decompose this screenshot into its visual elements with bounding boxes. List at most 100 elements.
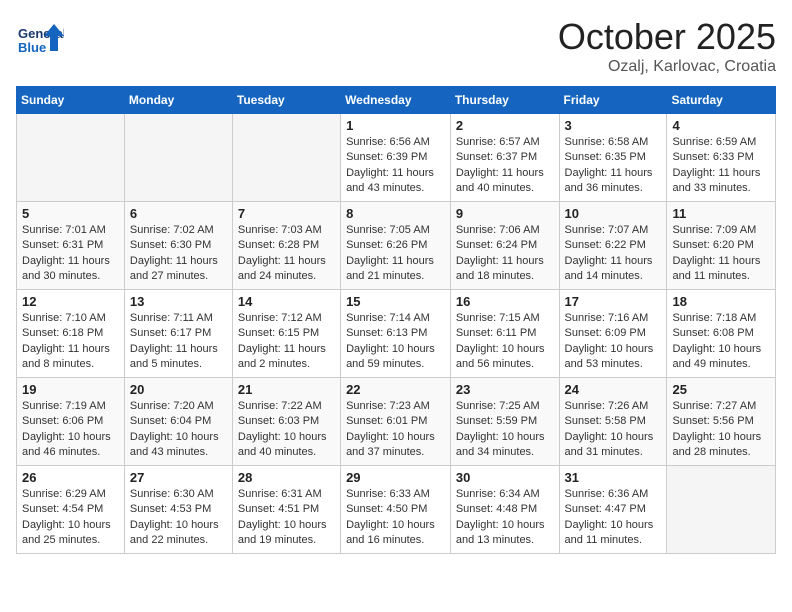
calendar-cell: 15 Sunrise: 7:14 AM Sunset: 6:13 PM Dayli… [341, 290, 451, 378]
calendar-cell: 19 Sunrise: 7:19 AM Sunset: 6:06 PM Dayli… [17, 378, 125, 466]
calendar-cell: 1 Sunrise: 6:56 AM Sunset: 6:39 PM Daylig… [341, 114, 451, 202]
day-info: Sunrise: 6:33 AM Sunset: 4:50 PM Dayligh… [346, 487, 445, 549]
day-info: Sunrise: 6:31 AM Sunset: 4:51 PM Dayligh… [238, 487, 335, 549]
day-number: 18 [672, 294, 770, 309]
location: Ozalj, Karlovac, Croatia [558, 58, 776, 76]
day-number: 11 [672, 206, 770, 221]
day-number: 8 [346, 206, 445, 221]
calendar-cell: 31Sunrise: 6:36 AM Sunset: 4:47 PM Dayli… [559, 466, 667, 554]
day-info: Sunrise: 7:12 AM Sunset: 6:15 PM Dayligh… [238, 311, 335, 373]
day-number: 24 [565, 382, 662, 397]
calendar-cell: 30 Sunrise: 6:34 AM Sunset: 4:48 PM Dayli… [450, 466, 559, 554]
day-info: Sunrise: 7:14 AM Sunset: 6:13 PM Dayligh… [346, 311, 445, 373]
calendar-cell: 16 Sunrise: 7:15 AM Sunset: 6:11 PM Dayli… [450, 290, 559, 378]
weekday-header-tuesday: Tuesday [232, 87, 340, 114]
calendar-cell: 6 Sunrise: 7:02 AM Sunset: 6:30 PM Daylig… [124, 202, 232, 290]
calendar-cell: 17 Sunrise: 7:16 AM Sunset: 6:09 PM Dayli… [559, 290, 667, 378]
week-row-2: 5 Sunrise: 7:01 AM Sunset: 6:31 PM Daylig… [17, 202, 776, 290]
day-info: Sunrise: 6:57 AM Sunset: 6:37 PM Dayligh… [456, 135, 554, 197]
day-info: Sunrise: 7:10 AM Sunset: 6:18 PM Dayligh… [22, 311, 119, 373]
day-info: Sunrise: 7:16 AM Sunset: 6:09 PM Dayligh… [565, 311, 662, 373]
day-number: 2 [456, 118, 554, 133]
weekday-header-wednesday: Wednesday [341, 87, 451, 114]
logo-icon: General Blue [16, 16, 64, 64]
day-number: 29 [346, 470, 445, 485]
calendar-cell: 11 Sunrise: 7:09 AM Sunset: 6:20 PM Dayli… [667, 202, 776, 290]
calendar-cell: 18 Sunrise: 7:18 AM Sunset: 6:08 PM Dayli… [667, 290, 776, 378]
day-info: Sunrise: 7:26 AM Sunset: 5:58 PM Dayligh… [565, 399, 662, 461]
day-info: Sunrise: 7:18 AM Sunset: 6:08 PM Dayligh… [672, 311, 770, 373]
day-number: 19 [22, 382, 119, 397]
week-row-1: 1 Sunrise: 6:56 AM Sunset: 6:39 PM Daylig… [17, 114, 776, 202]
day-number: 15 [346, 294, 445, 309]
calendar-cell: 25Sunrise: 7:27 AM Sunset: 5:56 PM Dayli… [667, 378, 776, 466]
calendar-cell: 28 Sunrise: 6:31 AM Sunset: 4:51 PM Dayli… [232, 466, 340, 554]
day-info: Sunrise: 7:03 AM Sunset: 6:28 PM Dayligh… [238, 223, 335, 285]
day-number: 5 [22, 206, 119, 221]
calendar-cell: 3Sunrise: 6:58 AM Sunset: 6:35 PM Daylig… [559, 114, 667, 202]
day-number: 16 [456, 294, 554, 309]
day-info: Sunrise: 7:19 AM Sunset: 6:06 PM Dayligh… [22, 399, 119, 461]
month-title: October 2025 [558, 16, 776, 58]
calendar-cell: 24 Sunrise: 7:26 AM Sunset: 5:58 PM Dayli… [559, 378, 667, 466]
day-info: Sunrise: 7:02 AM Sunset: 6:30 PM Dayligh… [130, 223, 227, 285]
day-number: 13 [130, 294, 227, 309]
day-number: 30 [456, 470, 554, 485]
calendar-cell: 20 Sunrise: 7:20 AM Sunset: 6:04 PM Dayli… [124, 378, 232, 466]
day-number: 21 [238, 382, 335, 397]
day-info: Sunrise: 6:29 AM Sunset: 4:54 PM Dayligh… [22, 487, 119, 549]
day-info: Sunrise: 6:59 AM Sunset: 6:33 PM Dayligh… [672, 135, 770, 197]
day-info: Sunrise: 7:20 AM Sunset: 6:04 PM Dayligh… [130, 399, 227, 461]
calendar-cell: 5 Sunrise: 7:01 AM Sunset: 6:31 PM Daylig… [17, 202, 125, 290]
day-number: 26 [22, 470, 119, 485]
weekday-header-row: SundayMondayTuesdayWednesdayThursdayFrid… [17, 87, 776, 114]
day-number: 23 [456, 382, 554, 397]
day-info: Sunrise: 6:30 AM Sunset: 4:53 PM Dayligh… [130, 487, 227, 549]
day-info: Sunrise: 6:34 AM Sunset: 4:48 PM Dayligh… [456, 487, 554, 549]
day-info: Sunrise: 7:11 AM Sunset: 6:17 PM Dayligh… [130, 311, 227, 373]
day-number: 28 [238, 470, 335, 485]
title-area: October 2025 Ozalj, Karlovac, Croatia [558, 16, 776, 76]
calendar-cell: 12 Sunrise: 7:10 AM Sunset: 6:18 PM Dayli… [17, 290, 125, 378]
week-row-4: 19 Sunrise: 7:19 AM Sunset: 6:06 PM Dayli… [17, 378, 776, 466]
calendar-cell: 2 Sunrise: 6:57 AM Sunset: 6:37 PM Daylig… [450, 114, 559, 202]
day-info: Sunrise: 7:06 AM Sunset: 6:24 PM Dayligh… [456, 223, 554, 285]
calendar-cell: 10Sunrise: 7:07 AM Sunset: 6:22 PM Dayli… [559, 202, 667, 290]
calendar-cell: 8 Sunrise: 7:05 AM Sunset: 6:26 PM Daylig… [341, 202, 451, 290]
day-number: 12 [22, 294, 119, 309]
day-info: Sunrise: 6:36 AM Sunset: 4:47 PM Dayligh… [565, 487, 662, 549]
weekday-header-monday: Monday [124, 87, 232, 114]
day-info: Sunrise: 7:01 AM Sunset: 6:31 PM Dayligh… [22, 223, 119, 285]
day-info: Sunrise: 7:15 AM Sunset: 6:11 PM Dayligh… [456, 311, 554, 373]
day-info: Sunrise: 7:05 AM Sunset: 6:26 PM Dayligh… [346, 223, 445, 285]
week-row-3: 12 Sunrise: 7:10 AM Sunset: 6:18 PM Dayli… [17, 290, 776, 378]
day-number: 14 [238, 294, 335, 309]
day-info: Sunrise: 7:25 AM Sunset: 5:59 PM Dayligh… [456, 399, 554, 461]
day-number: 9 [456, 206, 554, 221]
calendar-cell: 4Sunrise: 6:59 AM Sunset: 6:33 PM Daylig… [667, 114, 776, 202]
calendar-cell [124, 114, 232, 202]
day-number: 25 [672, 382, 770, 397]
day-number: 10 [565, 206, 662, 221]
day-info: Sunrise: 6:56 AM Sunset: 6:39 PM Dayligh… [346, 135, 445, 197]
calendar-cell: 13 Sunrise: 7:11 AM Sunset: 6:17 PM Dayli… [124, 290, 232, 378]
calendar-cell: 26 Sunrise: 6:29 AM Sunset: 4:54 PM Dayli… [17, 466, 125, 554]
logo: General Blue [16, 16, 68, 64]
day-number: 1 [346, 118, 445, 133]
calendar-cell: 21 Sunrise: 7:22 AM Sunset: 6:03 PM Dayli… [232, 378, 340, 466]
day-number: 20 [130, 382, 227, 397]
calendar-cell: 27Sunrise: 6:30 AM Sunset: 4:53 PM Dayli… [124, 466, 232, 554]
day-info: Sunrise: 7:09 AM Sunset: 6:20 PM Dayligh… [672, 223, 770, 285]
calendar-cell: 7 Sunrise: 7:03 AM Sunset: 6:28 PM Daylig… [232, 202, 340, 290]
day-number: 6 [130, 206, 227, 221]
calendar-cell [232, 114, 340, 202]
calendar-cell: 22Sunrise: 7:23 AM Sunset: 6:01 PM Dayli… [341, 378, 451, 466]
week-row-5: 26 Sunrise: 6:29 AM Sunset: 4:54 PM Dayli… [17, 466, 776, 554]
day-number: 17 [565, 294, 662, 309]
calendar-cell: 14 Sunrise: 7:12 AM Sunset: 6:15 PM Dayli… [232, 290, 340, 378]
day-number: 7 [238, 206, 335, 221]
calendar-cell: 29 Sunrise: 6:33 AM Sunset: 4:50 PM Dayli… [341, 466, 451, 554]
calendar-table: SundayMondayTuesdayWednesdayThursdayFrid… [16, 86, 776, 554]
day-info: Sunrise: 7:22 AM Sunset: 6:03 PM Dayligh… [238, 399, 335, 461]
day-number: 3 [565, 118, 662, 133]
